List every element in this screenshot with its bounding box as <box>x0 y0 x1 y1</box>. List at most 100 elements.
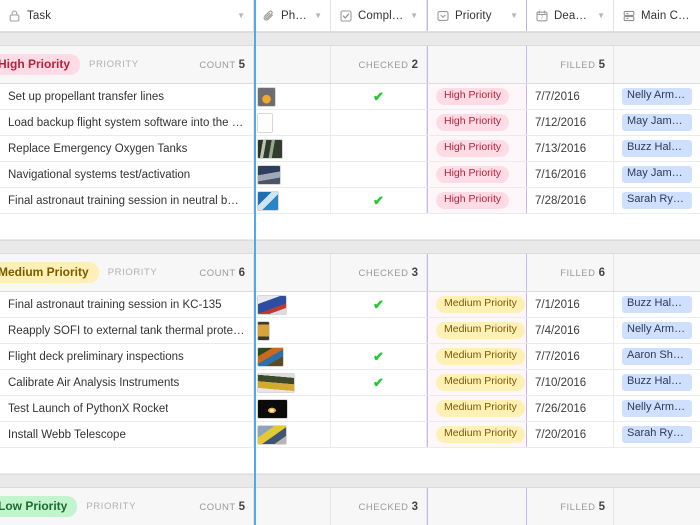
contact-chip[interactable]: Buzz Haldrin <box>622 296 692 313</box>
cell-task[interactable]: Calibrate Air Analysis Instruments <box>0 370 254 395</box>
chevron-down-icon[interactable]: ▼ <box>597 11 605 20</box>
cell-task[interactable]: Set up propellant transfer lines <box>0 84 254 109</box>
cell-deadline[interactable]: 7/12/2016 <box>527 110 614 135</box>
cell-photos[interactable] <box>254 370 331 395</box>
cell-deadline[interactable]: 7/4/2016 <box>527 318 614 343</box>
group-header-medium[interactable]: Medium Priority PRIORITY COUNT 6 CHECKED 3 F… <box>0 254 700 292</box>
table-row[interactable]: Final astronaut training session in KC-1… <box>0 292 700 318</box>
cell-photos[interactable] <box>254 136 331 161</box>
cell-complete[interactable]: ✔ <box>331 188 427 213</box>
cell-deadline[interactable]: 7/16/2016 <box>527 162 614 187</box>
contact-chip[interactable]: Sarah Ryder <box>622 426 692 443</box>
chevron-down-icon[interactable]: ▼ <box>410 11 418 20</box>
chevron-down-icon[interactable]: ▼ <box>314 11 322 20</box>
photo-thumbnail[interactable] <box>257 164 281 185</box>
contact-chip[interactable]: Nelly Armstrong <box>622 400 692 417</box>
table-row[interactable]: Reapply SOFI to external tank thermal pr… <box>0 318 700 344</box>
cell-main-contact[interactable]: Aaron Shepard <box>614 344 700 369</box>
table-row[interactable]: Calibrate Air Analysis Instruments ✔ Mediu… <box>0 370 700 396</box>
cell-main-contact[interactable]: May Jameson <box>614 110 700 135</box>
column-header-deadline[interactable]: 7 Deadline ▼ <box>527 0 614 31</box>
group-header-high[interactable]: High Priority PRIORITY COUNT 5 CHECKED 2 FIL… <box>0 46 700 84</box>
cell-task[interactable]: Final astronaut training session in KC-1… <box>0 292 254 317</box>
contact-chip[interactable]: May Jameson <box>622 166 692 183</box>
contact-chip[interactable]: Aaron Shepard <box>622 348 692 365</box>
column-header-contact[interactable]: Main Contact <box>614 0 700 31</box>
cell-photos[interactable] <box>254 318 331 343</box>
photo-thumbnail[interactable] <box>257 398 288 419</box>
cell-photos[interactable] <box>254 396 331 421</box>
cell-photos[interactable] <box>254 162 331 187</box>
cell-priority[interactable]: High Priority <box>427 110 527 135</box>
photo-thumbnail[interactable] <box>257 320 270 341</box>
contact-chip[interactable]: Nelly Armstrong <box>622 322 692 339</box>
contact-chip[interactable]: May Jameson <box>622 114 692 131</box>
photo-thumbnail[interactable] <box>257 372 295 393</box>
cell-complete[interactable] <box>331 318 427 343</box>
cell-task[interactable]: Install Webb Telescope <box>0 422 254 447</box>
cell-priority[interactable]: Medium Priority <box>427 344 527 369</box>
cell-complete[interactable] <box>331 162 427 187</box>
cell-task[interactable]: Flight deck preliminary inspections <box>0 344 254 369</box>
cell-task[interactable]: Load backup flight system software into … <box>0 110 254 135</box>
cell-deadline[interactable]: 7/13/2016 <box>527 136 614 161</box>
table-row[interactable]: Set up propellant transfer lines ✔ High Pr… <box>0 84 700 110</box>
contact-chip[interactable]: Nelly Armstrong <box>622 88 692 105</box>
grid-body[interactable]: High Priority PRIORITY COUNT 5 CHECKED 2 FIL… <box>0 32 700 525</box>
check-icon[interactable]: ✔ <box>373 376 384 389</box>
photo-thumbnail[interactable] <box>257 346 284 367</box>
cell-photos[interactable] <box>254 110 331 135</box>
cell-deadline[interactable]: 7/1/2016 <box>527 292 614 317</box>
photo-thumbnail[interactable] <box>257 424 287 445</box>
table-row[interactable]: Final astronaut training session in neut… <box>0 188 700 214</box>
cell-deadline[interactable]: 7/7/2016 <box>527 344 614 369</box>
check-icon[interactable]: ✔ <box>373 90 384 103</box>
cell-main-contact[interactable]: Buzz Haldrin <box>614 136 700 161</box>
table-row[interactable]: Load backup flight system software into … <box>0 110 700 136</box>
cell-main-contact[interactable]: Buzz Haldrin <box>614 292 700 317</box>
contact-chip[interactable]: Buzz Haldrin <box>622 140 692 157</box>
check-icon[interactable]: ✔ <box>373 298 384 311</box>
cell-complete[interactable] <box>331 136 427 161</box>
cell-task[interactable]: Reapply SOFI to external tank thermal pr… <box>0 318 254 343</box>
cell-complete[interactable] <box>331 396 427 421</box>
table-row[interactable]: Replace Emergency Oxygen Tanks High Prior… <box>0 136 700 162</box>
cell-deadline[interactable]: 7/20/2016 <box>527 422 614 447</box>
cell-complete[interactable]: ✔ <box>331 84 427 109</box>
cell-main-contact[interactable]: May Jameson <box>614 162 700 187</box>
column-header-complete[interactable]: Complete? ▼ <box>331 0 427 31</box>
cell-task[interactable]: Final astronaut training session in neut… <box>0 188 254 213</box>
chevron-down-icon[interactable]: ▼ <box>510 11 518 20</box>
column-header-task[interactable]: Task ▼ <box>0 0 254 31</box>
cell-complete[interactable]: ✔ <box>331 344 427 369</box>
cell-deadline[interactable]: 7/28/2016 <box>527 188 614 213</box>
photo-thumbnail[interactable] <box>257 294 287 315</box>
cell-task[interactable]: Replace Emergency Oxygen Tanks <box>0 136 254 161</box>
cell-priority[interactable]: High Priority <box>427 136 527 161</box>
photo-thumbnail[interactable] <box>257 190 279 211</box>
check-icon[interactable]: ✔ <box>373 194 384 207</box>
cell-complete[interactable] <box>331 110 427 135</box>
cell-complete[interactable]: ✔ <box>331 292 427 317</box>
cell-main-contact[interactable]: Buzz Haldrin <box>614 370 700 395</box>
cell-photos[interactable] <box>254 422 331 447</box>
cell-complete[interactable] <box>331 422 427 447</box>
cell-deadline[interactable]: 7/26/2016 <box>527 396 614 421</box>
cell-main-contact[interactable]: Nelly Armstrong <box>614 84 700 109</box>
table-row[interactable]: Install Webb Telescope Medium Priority 7/2… <box>0 422 700 448</box>
table-row[interactable]: Test Launch of PythonX Rocket Medium Prio… <box>0 396 700 422</box>
cell-complete[interactable]: ✔ <box>331 370 427 395</box>
cell-priority[interactable]: Medium Priority <box>427 396 527 421</box>
check-icon[interactable]: ✔ <box>373 350 384 363</box>
column-header-photos[interactable]: Photo(s) ▼ <box>254 0 331 31</box>
contact-chip[interactable]: Buzz Haldrin <box>622 374 692 391</box>
cell-main-contact[interactable]: Sarah Ryder <box>614 422 700 447</box>
group-header-low[interactable]: Low Priority PRIORITY COUNT 5 CHECKED 3 FILL… <box>0 488 700 525</box>
cell-task[interactable]: Navigational systems test/activation <box>0 162 254 187</box>
cell-deadline[interactable]: 7/7/2016 <box>527 84 614 109</box>
cell-priority[interactable]: Medium Priority <box>427 292 527 317</box>
cell-priority[interactable]: High Priority <box>427 188 527 213</box>
cell-main-contact[interactable]: Nelly Armstrong <box>614 318 700 343</box>
cell-main-contact[interactable]: Nelly Armstrong <box>614 396 700 421</box>
photo-thumbnail[interactable] <box>257 86 276 107</box>
